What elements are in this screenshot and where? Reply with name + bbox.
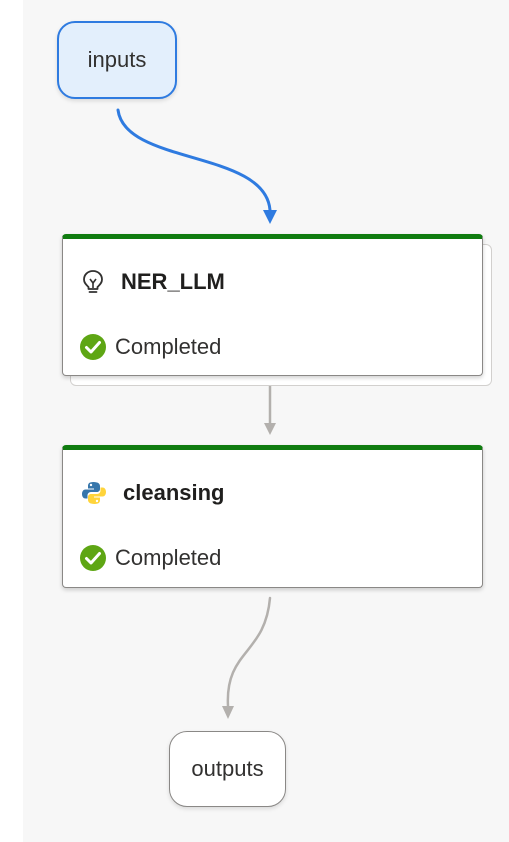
task-status-text: Completed <box>115 334 222 359</box>
task-title: cleansing <box>123 480 225 505</box>
check-circle-icon <box>79 333 107 361</box>
edge-arrow-cleansing-to-outputs <box>222 706 234 719</box>
task-status-row: Completed <box>79 544 221 572</box>
pipeline-edges <box>116 108 277 719</box>
lightbulb-icon <box>81 269 105 295</box>
task-status-row: Completed <box>79 333 221 361</box>
task-node-ner-llm[interactable]: NER_LLM Completed <box>62 234 483 376</box>
task-title-row: NER_LLM <box>81 269 225 295</box>
edge-arrow-ner-to-cleansing <box>264 423 276 435</box>
edge-arrow-inputs-to-ner <box>263 210 277 224</box>
edge-inputs-to-ner <box>116 108 272 212</box>
task-title-row: cleansing <box>81 480 224 506</box>
inputs-node[interactable]: inputs <box>57 21 177 99</box>
task-node-cleansing[interactable]: cleansing Completed <box>62 445 483 588</box>
python-icon <box>81 480 107 506</box>
outputs-node-label: outputs <box>191 756 264 781</box>
check-circle-icon <box>79 544 107 572</box>
task-status-text: Completed <box>115 545 222 570</box>
edge-cleansing-to-outputs <box>226 596 272 708</box>
task-title: NER_LLM <box>121 269 225 294</box>
outputs-node[interactable]: outputs <box>169 731 286 807</box>
inputs-node-label: inputs <box>87 47 147 72</box>
